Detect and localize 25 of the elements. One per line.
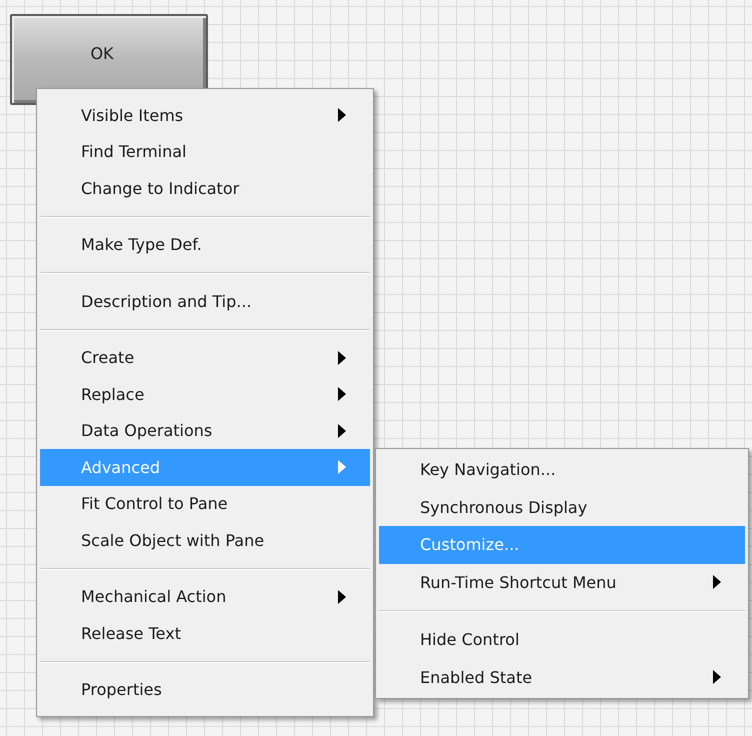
menu-item[interactable]: Replace (40, 376, 370, 412)
submenu-arrow-icon (338, 350, 346, 365)
menu-item[interactable]: Enabled State (379, 658, 745, 696)
submenu-arrow-icon (338, 387, 346, 402)
menu-item[interactable]: Mechanical Action (40, 578, 370, 615)
menu-item[interactable]: Properties (40, 672, 370, 708)
menu-item[interactable]: Release Text (40, 615, 370, 652)
menu-item[interactable]: Description and Tip... (40, 283, 370, 320)
menu-item[interactable]: Synchronous Display (379, 488, 745, 526)
submenu-arrow-icon (338, 590, 346, 604)
menu-item[interactable]: Find Terminal (40, 134, 370, 170)
menu-item[interactable]: Data Operations (40, 412, 370, 449)
menu-item[interactable]: Make Type Def. (40, 226, 370, 263)
submenu-arrow-icon (338, 108, 346, 122)
menu-item[interactable]: Hide Control (379, 621, 745, 658)
submenu-arrow-icon (713, 670, 721, 684)
submenu-arrow-icon (713, 575, 721, 590)
menu-item[interactable]: Scale Object with Pane (40, 522, 370, 558)
submenu-arrow-icon (338, 424, 346, 438)
menu-item[interactable]: Change to Indicator (40, 170, 370, 206)
menu-item[interactable]: Key Navigation... (379, 451, 745, 488)
menu-item[interactable]: Fit Control to Pane (40, 486, 370, 522)
submenu-arrow-icon (338, 460, 346, 474)
menu-item[interactable]: Run-Time Shortcut Menu (379, 564, 745, 601)
menu-item[interactable]: Create (40, 340, 370, 376)
